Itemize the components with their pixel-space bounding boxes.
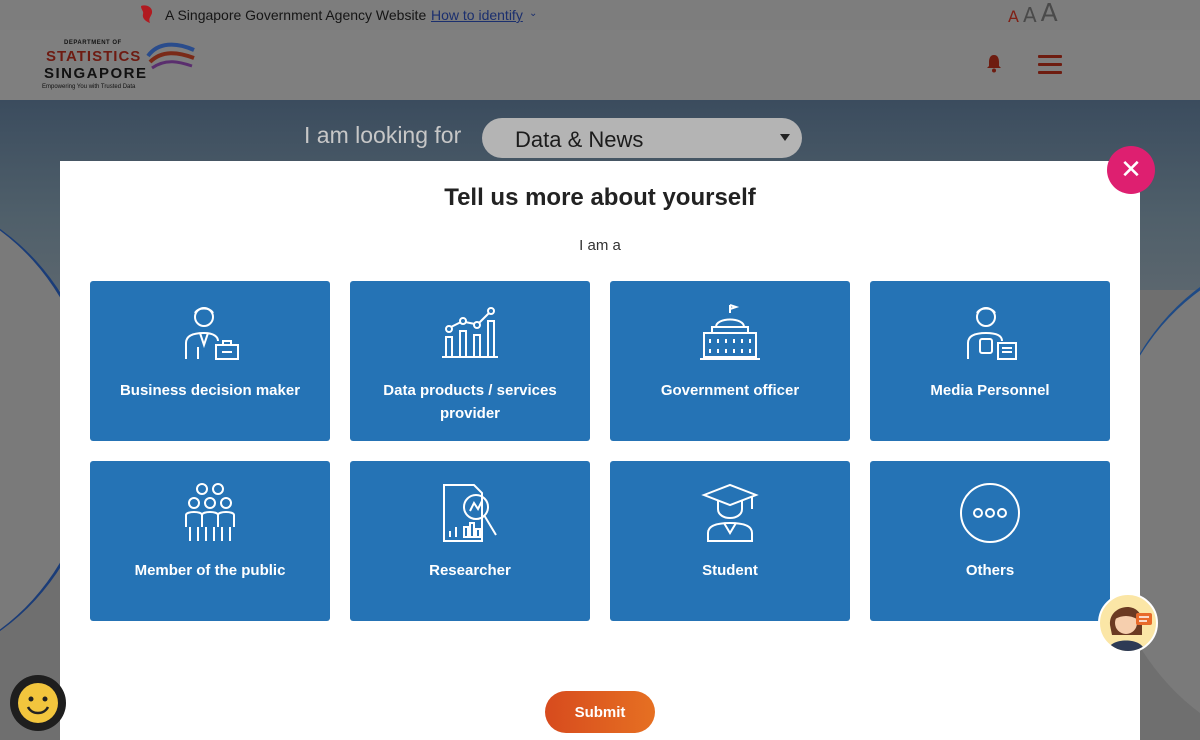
option-label: Others <box>965 562 1015 579</box>
option-label: Researcher <box>429 562 511 579</box>
option-researcher[interactable]: Researcher <box>350 461 590 621</box>
research-magnifier-icon <box>443 484 497 542</box>
people-group-icon <box>185 483 235 541</box>
profile-modal: Tell us more about yourself I am a Busin… <box>60 161 1140 740</box>
how-to-identify-link[interactable]: How to identify <box>431 7 523 23</box>
smiley-icon <box>18 683 58 723</box>
site-header: DEPARTMENT OF STATISTICS SINGAPORE Empow… <box>0 30 1200 100</box>
gov-masthead: A Singapore Government Agency Website Ho… <box>0 0 1200 30</box>
looking-for-value: Data & News <box>515 127 644 152</box>
feedback-smiley-button[interactable] <box>10 675 66 731</box>
option-data-products-provider[interactable]: Data products / services provider <box>350 281 590 441</box>
chevron-down-icon[interactable]: ⌄ <box>529 8 537 19</box>
logo-singapore-text: SINGAPORE <box>44 65 148 82</box>
modal-title: Tell us more about yourself <box>444 184 756 211</box>
looking-for-select[interactable]: Data & News <box>482 118 802 158</box>
option-label: Member of the public <box>134 562 286 579</box>
chatbot-avatar-icon <box>1108 607 1152 651</box>
government-building-icon <box>700 304 760 360</box>
option-government-officer[interactable]: Government officer <box>610 281 850 441</box>
looking-for-label: I am looking for <box>304 122 462 148</box>
option-label: Student <box>702 562 758 579</box>
font-size-medium-button[interactable]: A <box>1023 5 1037 25</box>
close-icon: ✕ <box>1120 155 1142 185</box>
font-size-large-button[interactable]: A <box>1041 0 1058 25</box>
hamburger-menu-icon[interactable] <box>1038 55 1062 75</box>
business-person-icon <box>185 307 239 360</box>
submit-button[interactable]: Submit <box>545 691 655 733</box>
option-student[interactable]: Student <box>610 461 850 621</box>
option-label: Data products / services provider <box>383 382 557 422</box>
close-modal-button[interactable]: ✕ <box>1107 146 1155 194</box>
option-business-decision-maker[interactable]: Business decision maker <box>90 281 330 441</box>
media-person-icon <box>967 307 1017 360</box>
option-media-personnel[interactable]: Media Personnel <box>870 281 1110 441</box>
option-label: Business decision maker <box>119 382 301 399</box>
modal-subtitle: I am a <box>579 237 621 254</box>
option-member-of-public[interactable]: Member of the public <box>90 461 330 621</box>
font-size-controls: A A A <box>1008 0 1058 30</box>
graduate-icon <box>701 483 759 542</box>
option-others[interactable]: Others <box>870 461 1110 621</box>
gov-agency-text: A Singapore Government Agency Website <box>165 7 427 23</box>
singapore-lion-icon <box>141 5 153 23</box>
chart-icon <box>442 307 498 358</box>
option-label: Media Personnel <box>930 382 1050 399</box>
font-size-small-button[interactable]: A <box>1008 9 1019 25</box>
logo-statistics-text: STATISTICS <box>46 48 142 65</box>
dos-logo[interactable]: DEPARTMENT OF STATISTICS SINGAPORE Empow… <box>42 38 202 94</box>
logo-dept-text: DEPARTMENT OF <box>64 40 122 46</box>
bell-icon[interactable] <box>985 53 1003 73</box>
logo-tagline-text: Empowering You with Trusted Data <box>42 84 136 90</box>
logo-swoosh-icon <box>146 42 195 70</box>
option-label: Government officer <box>660 382 800 399</box>
more-dots-icon <box>960 483 1020 543</box>
caret-down-icon <box>780 134 790 141</box>
chatbot-avatar-button[interactable] <box>1098 593 1158 653</box>
